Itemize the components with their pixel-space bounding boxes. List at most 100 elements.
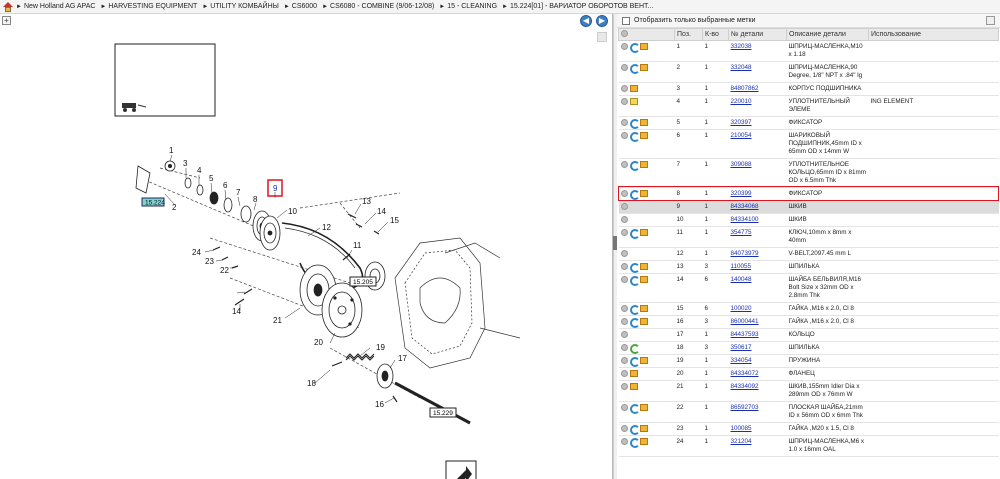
alternate-part-icon[interactable] (629, 318, 640, 328)
add-to-cart-icon[interactable] (639, 425, 648, 432)
cell-partno-text[interactable]: 84807862 (731, 85, 759, 92)
add-to-cart-icon[interactable] (639, 276, 648, 283)
cell-partno[interactable]: 334054 (728, 354, 787, 368)
cell-partno[interactable]: 332038 (728, 40, 787, 62)
info-icon[interactable] (620, 276, 628, 283)
alternate-part-icon[interactable] (629, 119, 640, 129)
add-to-cart-icon[interactable] (629, 370, 638, 377)
add-to-cart-icon[interactable] (639, 161, 648, 168)
breadcrumb-item[interactable]: ► CS6000 (284, 3, 317, 10)
callout-14[interactable]: 14 (377, 207, 386, 216)
cell-partno[interactable]: 84334068 (728, 200, 787, 214)
info-icon[interactable] (620, 119, 628, 126)
cell-partno-text[interactable]: 84334100 (731, 216, 759, 223)
header-partno[interactable]: № детали (728, 28, 787, 41)
table-row[interactable]: 2 1 332048 ШПРИЦ-МАСЛЕНКА,90 Degree, 1/8" N… (618, 61, 999, 83)
breadcrumb-item[interactable]: ► CS6080 - COMBINE (9/06-12/08) (322, 3, 434, 10)
cell-partno[interactable]: 220010 (728, 95, 787, 117)
cell-partno[interactable]: 140048 (728, 273, 787, 303)
alternate-part-icon[interactable] (629, 43, 640, 53)
callout-1[interactable]: 1 (169, 146, 174, 155)
cell-partno-text[interactable]: 140048 (731, 276, 752, 283)
cell-partno-text[interactable]: 84073979 (731, 250, 759, 257)
alternate-part-icon[interactable] (629, 438, 640, 448)
breadcrumb-item[interactable]: ► HARVESTING EQUIPMENT (100, 3, 197, 10)
cell-partno-text[interactable]: 350617 (731, 344, 752, 351)
cell-partno-text[interactable]: 100085 (731, 425, 752, 432)
cell-partno[interactable]: 100085 (728, 422, 787, 436)
table-row[interactable]: 18 3 350617 ШПИЛЬКА (618, 341, 999, 355)
info-icon[interactable] (620, 383, 628, 390)
cell-partno-text[interactable]: 84437593 (731, 331, 759, 338)
alternate-part-icon[interactable] (629, 161, 640, 171)
cell-partno-text[interactable]: 84334092 (731, 383, 759, 390)
callout-24[interactable]: 24 (192, 248, 201, 257)
callout-15[interactable]: 15 (390, 216, 399, 225)
callout-6[interactable]: 6 (223, 181, 228, 190)
info-icon[interactable] (620, 250, 628, 257)
info-icon[interactable] (620, 305, 628, 312)
cell-partno-text[interactable]: 110055 (731, 263, 752, 270)
cell-partno[interactable]: 86000441 (728, 315, 787, 329)
info-icon[interactable] (620, 216, 628, 223)
cell-partno[interactable]: 350617 (728, 341, 787, 355)
cell-partno[interactable]: 84073979 (728, 247, 787, 261)
header-pos[interactable]: Поз. (674, 28, 703, 41)
info-icon[interactable] (620, 263, 628, 270)
add-to-cart-icon[interactable] (639, 318, 648, 325)
callout-22[interactable]: 22 (220, 266, 229, 275)
info-icon[interactable] (620, 85, 628, 92)
alternate-part-icon[interactable] (629, 64, 640, 74)
pane-options-button[interactable] (986, 16, 995, 25)
add-to-cart-icon[interactable] (639, 438, 648, 445)
cell-partno[interactable]: 332048 (728, 61, 787, 83)
callout-23[interactable]: 23 (205, 257, 214, 266)
table-row[interactable]: 9 1 84334068 ШКИВ (618, 200, 999, 214)
cell-partno-text[interactable]: 332048 (731, 64, 752, 71)
breadcrumb-item[interactable]: ► 15 - CLEANING (439, 3, 497, 10)
info-icon[interactable] (620, 229, 628, 236)
info-icon[interactable] (620, 331, 628, 338)
ref-box-15-229[interactable]: 15.229 (429, 407, 457, 418)
info-icon[interactable] (620, 64, 628, 71)
kit-icon[interactable] (629, 98, 638, 105)
table-row[interactable]: 22 1 86592703 ПЛОСКАЯ ШАЙБА,21mm ID x 56mm … (618, 401, 999, 423)
cell-partno-text[interactable]: 86000441 (731, 318, 759, 325)
cell-partno[interactable]: 309088 (728, 158, 787, 188)
cell-partno-text[interactable]: 210054 (731, 132, 752, 139)
callout-2[interactable]: 2 (172, 203, 177, 212)
table-row[interactable]: 24 1 321204 ШПРИЦ-МАСЛЕНКА,M6 x 1.0 x 16mm … (618, 435, 999, 457)
expand-pane-button[interactable]: + (2, 16, 11, 25)
ref-box-15-224[interactable]: 15.224 (141, 197, 165, 207)
callout-14-lower[interactable]: 14 (232, 307, 241, 316)
callout-18[interactable]: 18 (307, 379, 316, 388)
header-actions[interactable] (618, 28, 675, 41)
alternate-part-icon[interactable] (629, 263, 640, 273)
add-to-cart-icon[interactable] (639, 190, 648, 197)
alternate-part-icon[interactable] (629, 425, 640, 435)
alternate-part-icon[interactable] (629, 132, 640, 142)
info-icon[interactable] (620, 161, 628, 168)
cell-partno[interactable]: 84334072 (728, 367, 787, 381)
table-row[interactable]: 20 1 84334072 ФЛАНЕЦ (618, 367, 999, 381)
callout-13[interactable]: 13 (362, 197, 371, 206)
previous-diagram-button[interactable]: ◀ (580, 15, 592, 27)
cell-partno-text[interactable]: 220010 (731, 98, 752, 105)
add-to-cart-icon[interactable] (639, 64, 648, 71)
add-to-cart-icon[interactable] (629, 85, 638, 92)
alternate-part-icon[interactable] (629, 404, 640, 414)
ref-box-15-205[interactable]: 15.205 (349, 276, 377, 287)
cell-partno[interactable]: 320399 (728, 187, 787, 201)
cell-partno[interactable]: 100020 (728, 302, 787, 316)
add-to-cart-icon[interactable] (639, 43, 648, 50)
callout-5[interactable]: 5 (209, 174, 214, 183)
cell-partno-text[interactable]: 334054 (731, 357, 752, 364)
add-to-cart-icon[interactable] (639, 229, 648, 236)
alternate-part-icon[interactable] (629, 305, 640, 315)
show-selected-only-checkbox[interactable] (622, 16, 630, 25)
cell-partno[interactable]: 354775 (728, 226, 787, 248)
info-icon[interactable] (620, 404, 628, 411)
add-to-cart-icon[interactable] (639, 119, 648, 126)
table-row[interactable]: 13 3 110055 ШПИЛЬКА (618, 260, 999, 274)
info-icon[interactable] (620, 190, 628, 197)
